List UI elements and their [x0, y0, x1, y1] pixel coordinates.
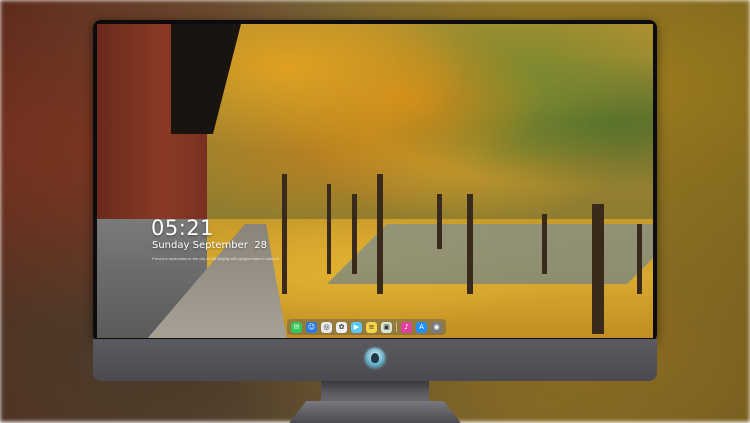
alien-logo-face — [371, 353, 379, 363]
photos-app-icon[interactable]: ✿ — [336, 321, 347, 333]
monitor-bezel: 05:21 Sunday September 28 Previous landm… — [93, 20, 657, 342]
alien-logo-icon — [365, 348, 385, 368]
monitor-chin — [93, 339, 657, 381]
tree-trunk — [437, 194, 442, 249]
lock-screen-date: Sunday September 28 — [152, 240, 267, 251]
tree-trunk — [467, 194, 473, 294]
tree-trunk — [542, 214, 547, 274]
app-store-app-icon[interactable]: A — [416, 321, 427, 333]
monitor-stand-base — [289, 401, 461, 423]
notes-app-icon[interactable]: ≡ — [366, 321, 377, 333]
tree-trunk — [592, 204, 604, 334]
finder-app-icon[interactable]: ☺ — [306, 321, 317, 333]
tree-trunk — [377, 174, 383, 294]
tree-trunk — [637, 224, 642, 294]
messages-app-icon[interactable]: ✉ — [291, 321, 302, 333]
safari-app-icon[interactable]: ◎ — [321, 321, 332, 333]
camera-app-icon[interactable]: ◉ — [431, 321, 442, 333]
facetime-app-icon[interactable]: ▶ — [351, 321, 362, 333]
tree-trunk — [282, 174, 287, 294]
dock: ✉ ☺ ◎ ✿ ▶ ≡ ▣ ♪ A ◉ — [287, 319, 446, 335]
monitor-stand-neck — [321, 381, 429, 403]
wallpaper-caption: Previous landmarks in the city of old Be… — [152, 256, 279, 261]
tree-trunk — [352, 194, 357, 274]
lock-screen-time: 05:21 — [151, 216, 215, 240]
preview-app-icon[interactable]: ▣ — [381, 321, 392, 333]
wallpaper-foliage — [197, 24, 653, 239]
desktop-screen[interactable]: 05:21 Sunday September 28 Previous landm… — [97, 24, 653, 338]
tree-trunk — [327, 184, 331, 274]
dock-separator — [396, 322, 397, 332]
itunes-app-icon[interactable]: ♪ — [401, 321, 412, 333]
monitor: 05:21 Sunday September 28 Previous landm… — [93, 20, 657, 423]
